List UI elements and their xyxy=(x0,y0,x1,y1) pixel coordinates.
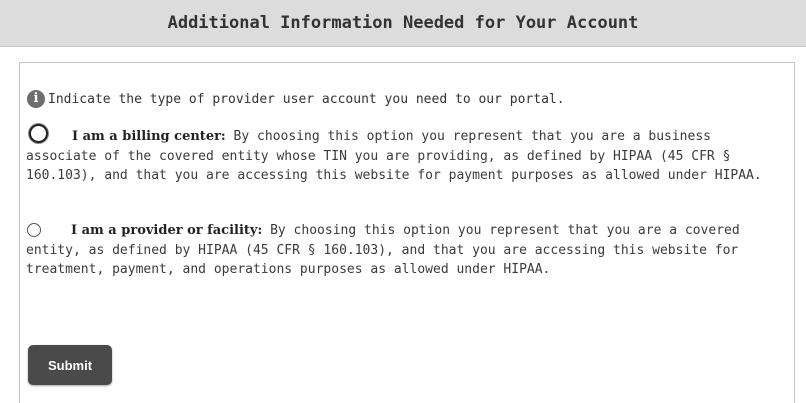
page-title: Additional Information Needed for Your A… xyxy=(167,13,639,33)
provider-facility-option[interactable]: I am a provider or facility: By choosing… xyxy=(26,221,786,280)
billing-center-label[interactable]: I am a billing center: xyxy=(72,129,226,144)
info-row: i Indicate the type of provider user acc… xyxy=(27,90,565,108)
provider-facility-label[interactable]: I am a provider or facility: xyxy=(71,223,262,238)
header-bar: Additional Information Needed for Your A… xyxy=(0,0,806,47)
billing-center-radio[interactable] xyxy=(29,124,48,143)
account-type-panel: i Indicate the type of provider user acc… xyxy=(19,62,795,403)
provider-facility-radio[interactable] xyxy=(27,223,41,237)
info-text: Indicate the type of provider user accou… xyxy=(48,91,565,107)
billing-center-option[interactable]: I am a billing center: By choosing this … xyxy=(26,124,786,186)
submit-button[interactable]: Submit xyxy=(28,345,112,385)
info-icon: i xyxy=(27,90,45,108)
